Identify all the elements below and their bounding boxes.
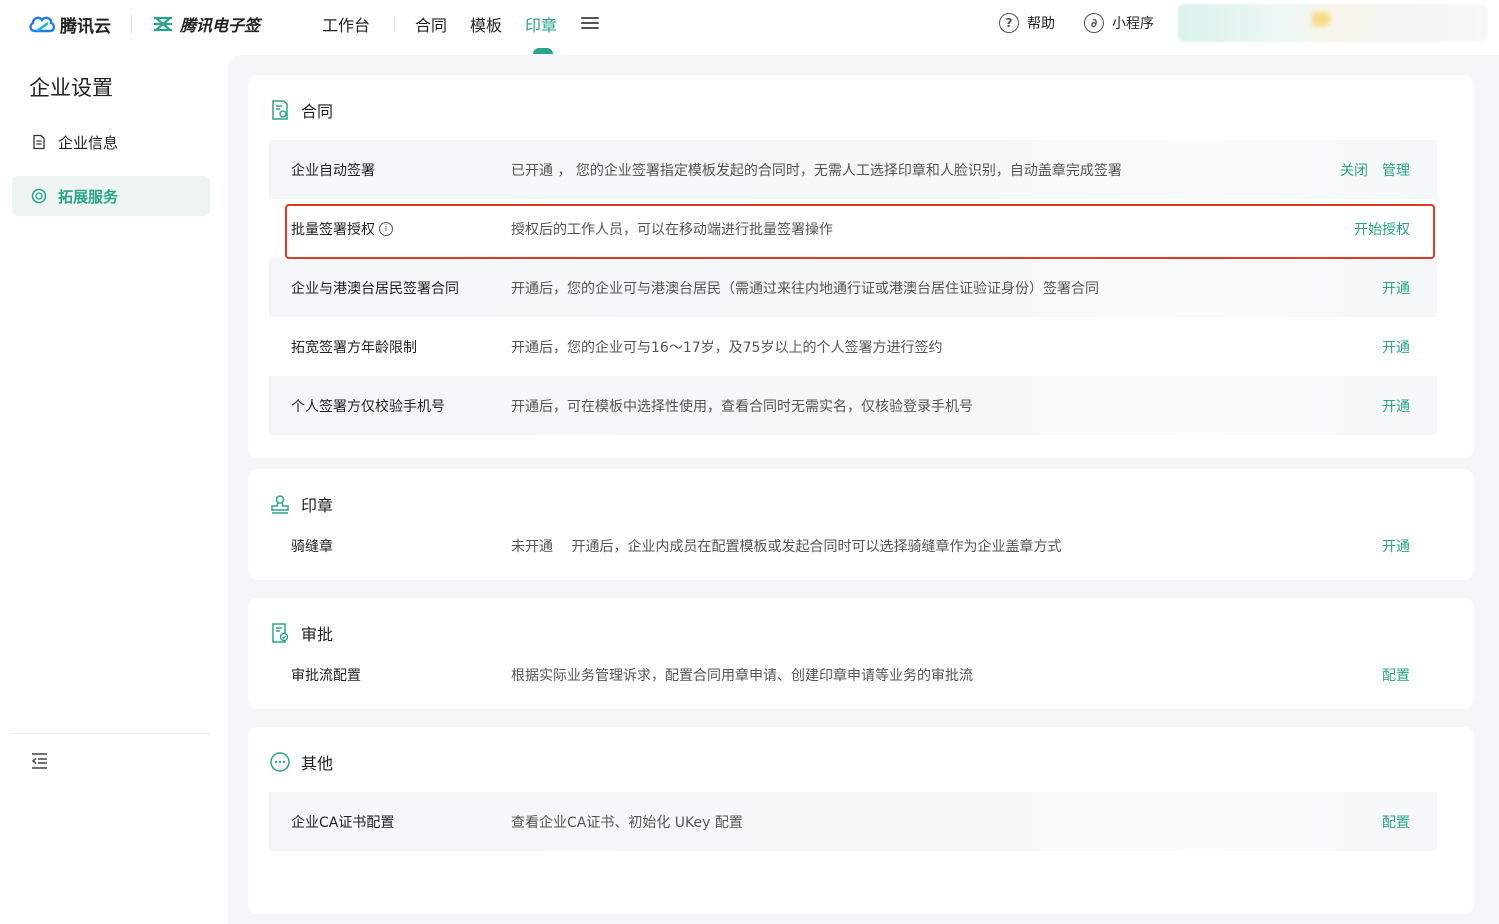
mini-program-button[interactable]: ∂ 小程序 <box>1084 13 1154 33</box>
row-description: 授权后的工作人员，可以在移动端进行批量签署操作 <box>511 221 833 238</box>
contract-card: 合同 企业自动签署 已开通 ， 您的企业签署指定模板发起的合同时，无需人工选择印… <box>248 75 1474 458</box>
nav-contract[interactable]: 合同 <box>415 12 447 36</box>
sidebar-item-label: 企业信息 <box>58 133 119 152</box>
blurred-account-area[interactable] <box>1178 4 1488 42</box>
row-description: 查看企业CA证书、初始化 UKey 配置 <box>511 814 743 831</box>
row-description: 根据实际业务管理诉求，配置合同用章申请、创建印章申请等业务的审批流 <box>511 668 973 684</box>
row-name: 企业CA证书配置 <box>291 814 395 831</box>
seal-section-header: 印章 <box>269 492 333 516</box>
section-title: 其他 <box>301 754 334 773</box>
active-nav-indicator <box>533 48 553 54</box>
table-row: 批量签署授权 i 授权后的工作人员，可以在移动端进行批量签署操作 开始授权 <box>269 199 1437 258</box>
sidebar-item-label: 拓展服务 <box>58 187 119 206</box>
menu-icon[interactable] <box>581 14 599 32</box>
more-icon <box>270 752 290 772</box>
row-name: 骑缝章 <box>291 539 333 555</box>
brand-name: 腾讯云 <box>60 16 111 37</box>
product-name: 腾讯电子签 <box>180 16 261 35</box>
start-authorization-link[interactable]: 开始授权 <box>1354 219 1410 239</box>
help-icon: ? <box>999 13 1019 33</box>
sidebar: 企业设置 企业信息 拓展服务 <box>0 48 228 924</box>
row-description: 未开通 开通后，企业内成员在配置模板或发起合同时可以选择骑缝章作为企业盖章方式 <box>511 539 1062 555</box>
configure-link[interactable]: 配置 <box>1382 812 1410 832</box>
seal-icon <box>271 495 289 514</box>
row-name: 拓宽签署方年龄限制 <box>291 339 417 356</box>
main-content: 合同 企业自动签署 已开通 ， 您的企业签署指定模板发起的合同时，无需人工选择印… <box>228 55 1499 924</box>
sidebar-item-enterprise-info[interactable]: 企业信息 <box>12 122 210 162</box>
contract-icon <box>272 100 288 120</box>
collapse-sidebar-icon[interactable] <box>30 751 50 771</box>
help-label: 帮助 <box>1027 16 1055 32</box>
row-name: 审批流配置 <box>291 668 361 684</box>
table-row: 企业CA证书配置 查看企业CA证书、初始化 UKey 配置 配置 <box>269 792 1437 851</box>
mini-program-label: 小程序 <box>1112 16 1154 32</box>
row-description: 开通后，您的企业可与港澳台居民（需通过来往内地通行证或港澳台居住证验证身份）签署… <box>511 280 1099 297</box>
contract-section-header: 合同 <box>269 98 333 122</box>
info-icon[interactable]: i <box>379 221 393 236</box>
approval-section-header: 审批 <box>269 621 333 645</box>
table-row: 企业自动签署 已开通 ， 您的企业签署指定模板发起的合同时，无需人工选择印章和人… <box>269 140 1437 199</box>
section-title: 合同 <box>301 102 334 121</box>
nav-seal[interactable]: 印章 <box>525 12 557 36</box>
row-name: 企业自动签署 <box>291 162 375 179</box>
mini-program-icon: ∂ <box>1084 13 1104 33</box>
tencent-cloud-logo[interactable]: 腾讯云 <box>28 12 111 37</box>
sidebar-divider <box>12 733 210 734</box>
sidebar-title: 企业设置 <box>29 76 113 100</box>
row-description: 开通后，您的企业可与16～17岁，及75岁以上的个人签署方进行签约 <box>511 339 943 356</box>
table-row: 企业与港澳台居民签署合同 开通后，您的企业可与港澳台居民（需通过来往内地通行证或… <box>269 258 1437 317</box>
enable-link[interactable]: 开通 <box>1382 396 1410 416</box>
esign-logo[interactable]: 腾讯电子签 <box>152 12 260 36</box>
service-icon <box>30 187 48 205</box>
table-row: 个人签署方仅校验手机号 开通后，可在模板中选择性使用，查看合同时无需实名，仅核验… <box>269 376 1437 435</box>
other-section-header: 其他 <box>269 750 333 774</box>
section-title: 审批 <box>301 625 334 644</box>
esign-logo-icon <box>154 16 172 32</box>
row-description: 开通后，可在模板中选择性使用，查看合同时无需实名，仅核验登录手机号 <box>511 398 973 415</box>
blurred-badge <box>1312 12 1330 26</box>
nav-template[interactable]: 模板 <box>470 12 502 36</box>
seal-card: 印章 骑缝章 未开通 开通后，企业内成员在配置模板或发起合同时可以选择骑缝章作为… <box>248 469 1474 580</box>
help-button[interactable]: ? 帮助 <box>999 13 1055 33</box>
row-name: 企业与港澳台居民签署合同 <box>291 280 459 297</box>
row-name: 批量签署授权 <box>291 221 375 238</box>
nav-divider <box>394 16 395 32</box>
enable-link[interactable]: 开通 <box>1382 536 1410 556</box>
approval-card: 审批 审批流配置 根据实际业务管理诉求，配置合同用章申请、创建印章申请等业务的审… <box>248 598 1474 709</box>
logo-divider <box>131 14 132 34</box>
sidebar-item-extended-services[interactable]: 拓展服务 <box>12 176 210 216</box>
enable-link[interactable]: 开通 <box>1382 337 1410 357</box>
approval-icon <box>272 623 289 643</box>
nav-workbench[interactable]: 工作台 <box>322 12 370 36</box>
row-name: 个人签署方仅校验手机号 <box>291 398 445 415</box>
cloud-icon <box>29 16 56 33</box>
manage-link[interactable]: 管理 <box>1382 160 1410 180</box>
document-icon <box>30 133 48 151</box>
other-card: 其他 企业CA证书配置 查看企业CA证书、初始化 UKey 配置 配置 <box>248 727 1474 914</box>
row-description: 已开通 ， 您的企业签署指定模板发起的合同时，无需人工选择印章和人脸识别，自动盖… <box>511 162 1122 179</box>
configure-link[interactable]: 配置 <box>1382 665 1410 685</box>
close-link[interactable]: 关闭 <box>1340 160 1368 180</box>
enable-link[interactable]: 开通 <box>1382 278 1410 298</box>
table-row: 拓宽签署方年龄限制 开通后，您的企业可与16～17岁，及75岁以上的个人签署方进… <box>269 317 1437 376</box>
top-bar: 腾讯云 腾讯电子签 工作台 合同 模板 印章 ? 帮助 ∂ 小程序 <box>0 0 1499 54</box>
section-title: 印章 <box>301 496 334 515</box>
table-row: 骑缝章 未开通 开通后，企业内成员在配置模板或发起合同时可以选择骑缝章作为企业盖… <box>269 534 1437 558</box>
table-row: 审批流配置 根据实际业务管理诉求，配置合同用章申请、创建印章申请等业务的审批流 … <box>269 663 1437 687</box>
